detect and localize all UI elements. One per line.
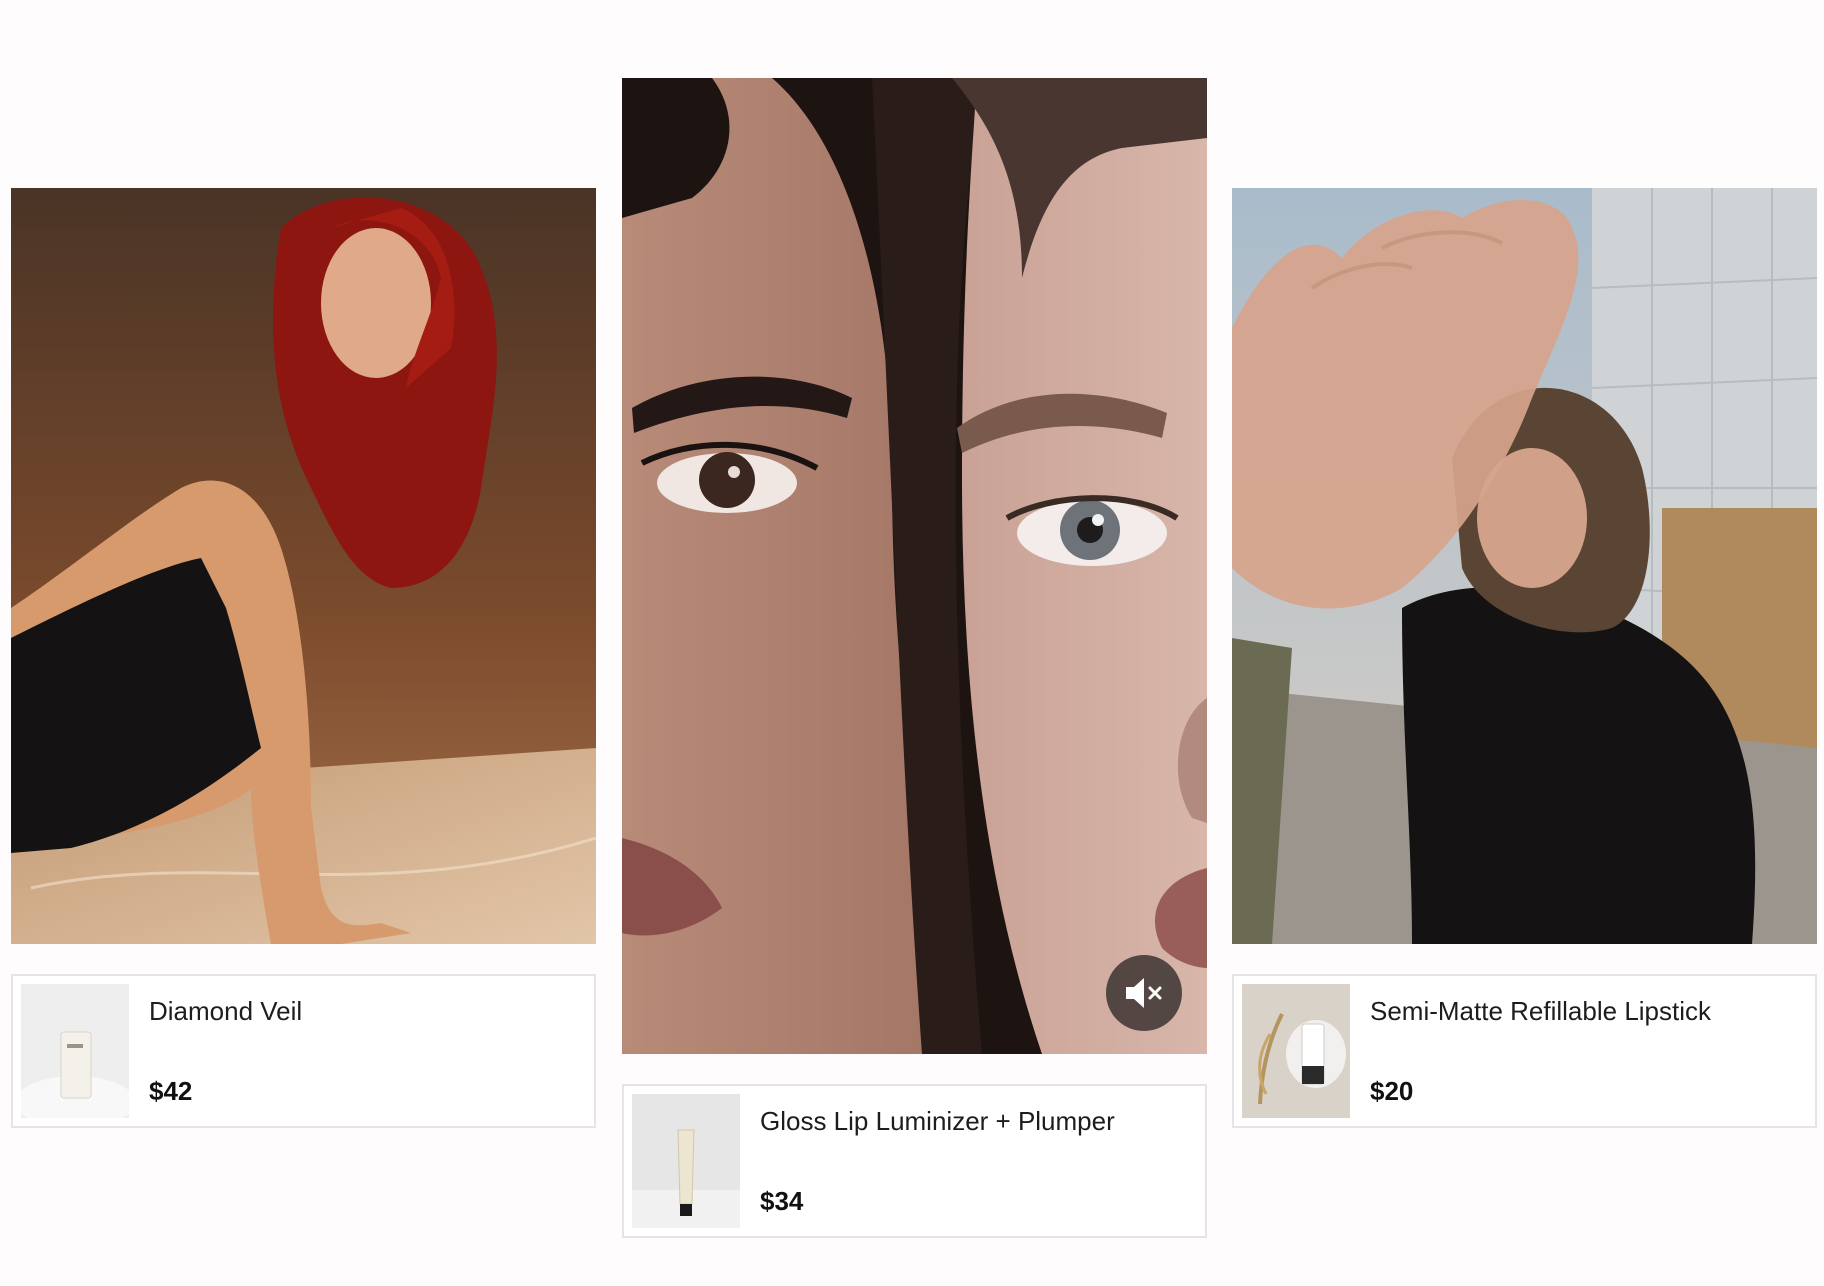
product-price: $42 [149,1076,193,1106]
product-name: Semi-Matte Refillable Lipstick [1370,996,1712,1026]
card-3-image[interactable] [1232,188,1817,944]
product-thumbnail [632,1094,740,1228]
product-tile-1[interactable]: Diamond Veil $42 [11,974,596,1128]
product-thumbnail [1242,984,1350,1118]
card-1-image[interactable] [11,188,596,944]
speaker-muted-icon [1126,978,1162,1008]
product-price: $34 [760,1186,804,1216]
product-price: $20 [1370,1076,1414,1106]
product-name: Gloss Lip Luminizer + Plumper [760,1106,1115,1136]
product-name: Diamond Veil [149,996,303,1026]
product-tile-2[interactable]: Gloss Lip Luminizer + Plumper $34 [622,1084,1207,1238]
mute-toggle-button[interactable] [1106,955,1182,1031]
product-thumbnail [21,984,129,1118]
product-tile-3[interactable]: Semi-Matte Refillable Lipstick $20 [1232,974,1817,1128]
card-2-video[interactable] [622,78,1207,1054]
